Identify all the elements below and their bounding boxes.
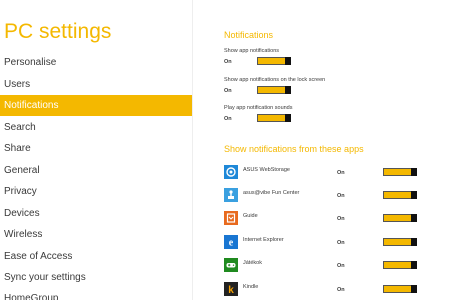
app-row-kindle: k Kindle On <box>224 282 450 300</box>
setting-state-show-app-notifications: On <box>224 59 232 65</box>
app-state: On <box>337 193 345 199</box>
setting-label-show-app-notifications: Show app notifications <box>224 48 280 54</box>
setting-label-lock-screen-notifications: Show app notifications on the lock scree… <box>224 77 326 83</box>
notifications-section-title: Notifications <box>224 30 274 40</box>
kindle-icon-svg: k <box>228 285 234 296</box>
nav-item-homegroup[interactable]: HomeGroup <box>0 288 192 300</box>
kindle-icon: k <box>224 282 238 296</box>
toggle-notification-sounds[interactable] <box>257 114 291 122</box>
toggle-app-internet-explorer[interactable] <box>383 238 417 246</box>
gamepad-icon <box>224 258 238 272</box>
app-name: Játékok <box>243 260 262 266</box>
nav-pane: PC settings Personalise Users Notificati… <box>0 0 192 300</box>
app-state: On <box>337 216 345 222</box>
app-state: On <box>337 240 345 246</box>
toggle-knob <box>285 86 291 94</box>
toggle-show-app-notifications[interactable] <box>257 57 291 65</box>
pc-settings-window: PC settings Personalise Users Notificati… <box>0 0 450 300</box>
app-row-asus-webstorage: ASUS WebStorage On <box>224 165 450 183</box>
app-state: On <box>337 170 345 176</box>
toggle-app-guide[interactable] <box>383 214 417 222</box>
app-row-internet-explorer: e Internet Explorer On <box>224 235 450 253</box>
app-name: asus@vibe Fun Center <box>243 190 300 196</box>
page-title: PC settings <box>4 20 112 43</box>
app-state: On <box>337 287 345 293</box>
nav-item-privacy[interactable]: Privacy <box>0 181 192 202</box>
setting-state-lock-screen-notifications: On <box>224 88 232 94</box>
nav-item-ease-of-access[interactable]: Ease of Access <box>0 246 192 267</box>
ie-icon: e <box>224 235 238 249</box>
nav-item-share[interactable]: Share <box>0 138 192 159</box>
apps-section-title: Show notifications from these apps <box>224 144 364 154</box>
toggle-knob <box>411 238 417 246</box>
app-name: ASUS WebStorage <box>243 167 290 173</box>
toggle-app-asus-webstorage[interactable] <box>383 168 417 176</box>
ie-icon-svg: e <box>229 238 234 249</box>
gamepad-icon-svg <box>226 263 236 268</box>
toggle-knob <box>411 261 417 269</box>
nav-item-users[interactable]: Users <box>0 74 192 95</box>
guide-icon-svg <box>226 213 236 223</box>
nav-item-sync-settings[interactable]: Sync your settings <box>0 267 192 288</box>
toggle-app-jatekok[interactable] <box>383 261 417 269</box>
toggle-knob <box>411 168 417 176</box>
content-pane: Notifications Show app notifications On … <box>193 0 450 300</box>
toggle-app-kindle[interactable] <box>383 285 417 293</box>
app-name: Guide <box>243 213 258 219</box>
toggle-knob <box>411 285 417 293</box>
setting-label-notification-sounds: Play app notification sounds <box>224 105 293 111</box>
app-name: Internet Explorer <box>243 237 284 243</box>
svg-text:k: k <box>228 285 234 296</box>
nav-item-search[interactable]: Search <box>0 117 192 138</box>
app-row-asus-vibe: asus@vibe Fun Center On <box>224 188 450 206</box>
nav-item-wireless[interactable]: Wireless <box>0 224 192 245</box>
setting-state-notification-sounds: On <box>224 116 232 122</box>
nav-item-personalise[interactable]: Personalise <box>0 52 192 73</box>
joystick-icon <box>224 188 238 202</box>
nav-item-devices[interactable]: Devices <box>0 203 192 224</box>
toggle-knob <box>285 57 291 65</box>
app-row-jatekok: Játékok On <box>224 258 450 276</box>
toggle-knob <box>285 114 291 122</box>
app-row-guide: Guide On <box>224 211 450 229</box>
app-state: On <box>337 263 345 269</box>
toggle-lock-screen-notifications[interactable] <box>257 86 291 94</box>
svg-text:e: e <box>229 238 234 249</box>
cloud-icon <box>224 165 238 179</box>
nav-item-general[interactable]: General <box>0 160 192 181</box>
guide-icon <box>224 211 238 225</box>
nav-item-notifications[interactable]: Notifications <box>0 95 192 116</box>
toggle-knob <box>411 191 417 199</box>
joystick-icon-svg <box>228 190 234 199</box>
cloud-icon-svg <box>226 167 236 177</box>
toggle-app-asus-vibe[interactable] <box>383 191 417 199</box>
toggle-knob <box>411 214 417 222</box>
app-name: Kindle <box>243 284 259 290</box>
